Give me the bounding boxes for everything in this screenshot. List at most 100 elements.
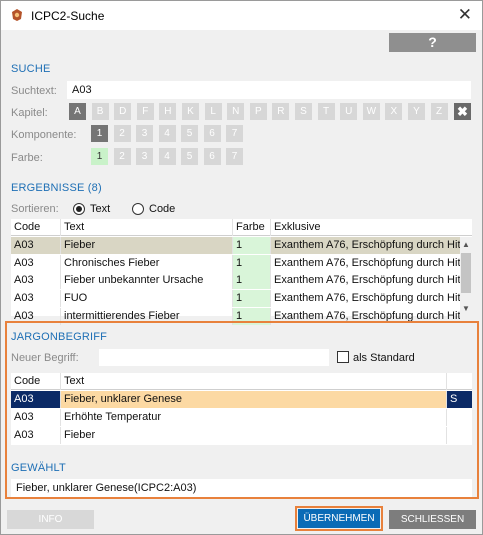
kapitel-button-f[interactable]: F [136,103,154,120]
kapitel-button-d[interactable]: D [114,103,132,120]
jargon-row[interactable]: A03 Fieber, unklarer Genese S [11,391,472,408]
result-row[interactable]: A03 Fieber unbekannter Ursache 1 Exanthem A… [11,272,460,290]
neuer-begriff-input[interactable] [99,349,329,366]
sort-code-radio[interactable] [132,203,144,215]
kapitel-button-z[interactable]: Z [430,103,448,120]
scroll-up-icon[interactable]: ▲ [460,239,472,251]
result-code: A03 [11,254,61,272]
result-text: FUO [61,290,233,308]
komponente-button-4[interactable]: 4 [158,125,176,142]
kapitel-button-u[interactable]: U [340,103,358,120]
kapitel-button-s[interactable]: S [295,103,312,120]
als-standard-checkbox[interactable] [337,351,349,363]
help-button[interactable]: ? [389,33,476,52]
result-exklusive: Exanthem A76, Erschöpfung durch Hitz [274,239,460,251]
results-scrollbar[interactable]: ▲ ▼ [460,237,472,316]
col-exklusive-header[interactable]: Exklusive [271,219,460,236]
kapitel-button-x[interactable]: X [385,103,403,120]
uebernehmen-button[interactable]: ÜBERNEHMEN [298,509,380,528]
gewaehlt-field[interactable]: Fieber, unklarer Genese(ICPC2:A03) [11,479,472,497]
jargon-standard-flag [447,427,472,444]
result-farbe: 1 [233,237,271,254]
jargon-code: A03 [11,409,61,426]
komponente-button-6[interactable]: 6 [203,125,221,142]
schliessen-button[interactable]: SCHLIESSEN [389,510,476,529]
info-button[interactable]: INFO [7,510,94,529]
kapitel-button-r[interactable]: R [272,103,290,120]
kapitel-button-k[interactable]: K [182,103,199,120]
neuer-begriff-label: Neuer Begriff: [11,352,79,364]
jargon-col-code-header[interactable]: Code [11,373,61,390]
farbe-button-5[interactable]: 5 [181,148,198,165]
result-text: Chronisches Fieber [61,254,233,272]
farbe-button-4[interactable]: 4 [158,148,176,165]
farbe-button-1[interactable]: 1 [91,148,108,165]
jargon-standard-flag: S [450,393,458,405]
sort-code-label: Code [149,203,176,215]
jargon-col-text-header[interactable]: Text [61,373,447,390]
komponente-button-3[interactable]: 3 [136,125,153,142]
komponente-button-1[interactable]: 1 [91,125,108,142]
result-code: A03 [11,290,61,308]
farbe-button-3[interactable]: 3 [136,148,153,165]
kapitel-button-y[interactable]: Y [408,103,425,120]
kapitel-button-p[interactable]: P [249,103,267,120]
jargon-standard-flag [447,409,472,426]
kapitel-button-a[interactable]: A [69,103,86,120]
komponente-button-7[interactable]: 7 [226,125,243,142]
kapitel-label: Kapitel: [11,107,48,119]
farbe-button-2[interactable]: 2 [113,148,131,165]
title-bar: ICPC2-Suche ✕ [1,1,482,30]
jargon-text: Erhöhte Temperatur [61,409,447,426]
result-text: Fieber unbekannter Ursache [61,272,233,290]
suchtext-input[interactable]: A03 [67,81,471,99]
result-row[interactable]: A03 FUO 1 Exanthem A76, Erschöpfung durch H… [11,290,460,308]
suchtext-label: Suchtext: [11,85,57,97]
komponente-button-2[interactable]: 2 [113,125,131,142]
jargon-code: A03 [11,427,61,444]
jargon-row[interactable]: A03 Erhöhte Temperatur [11,409,472,426]
kapitel-button-w[interactable]: W [362,103,380,120]
gewaehlt-header: GEWÄHLT [11,462,66,474]
jargon-row[interactable]: A03 Fieber [11,427,472,444]
result-exklusive: Exanthem A76, Erschöpfung durch Hitz [274,274,460,287]
icpc2-search-dialog: ICPC2-Suche ✕ ? SUCHE Suchtext: A03 Kapi… [0,0,483,535]
kapitel-button-l[interactable]: L [204,103,222,120]
result-exklusive: Exanthem A76, Erschöpfung durch Hitz [274,256,460,269]
result-farbe: 1 [233,254,271,272]
app-icon [12,9,22,21]
jargon-col-standard-header[interactable] [447,373,472,390]
result-farbe: 1 [233,290,271,308]
jargon-header: JARGONBEGRIFF [11,331,108,343]
col-farbe-header[interactable]: Farbe [233,219,271,236]
kapitel-button-t[interactable]: T [317,103,335,120]
result-row[interactable]: A03 Fieber 1 Exanthem A76, Erschöpfung durc… [11,237,460,254]
result-code: A03 [11,272,61,290]
close-icon[interactable]: ✕ [458,5,472,25]
als-standard-label: als Standard [353,352,415,364]
kapitel-button-b[interactable]: B [91,103,109,120]
col-code-header[interactable]: Code [11,219,61,236]
jargon-text: Fieber, unklarer Genese [61,391,447,408]
result-farbe: 1 [233,272,271,290]
col-text-header[interactable]: Text [61,219,233,236]
clear-kapitel-icon[interactable]: ✖ [454,103,471,120]
kapitel-button-h[interactable]: H [159,103,177,120]
sort-text-radio[interactable] [73,203,85,215]
result-row[interactable]: A03 Chronisches Fieber 1 Exanthem A76, Ersc… [11,254,460,272]
komponente-label: Komponente: [11,129,77,141]
scroll-down-icon[interactable]: ▼ [460,303,472,315]
komponente-button-5[interactable]: 5 [181,125,198,142]
result-code: A03 [11,237,61,254]
ergebnisse-header: ERGEBNISSE (8) [11,182,102,194]
kapitel-button-n[interactable]: N [227,103,245,120]
scrollbar-thumb[interactable] [461,253,471,293]
jargon-table: Code Text A03 Fieber, unklarer Genese S A03… [11,373,472,445]
sort-text-label: Text [90,203,111,215]
farbe-button-7[interactable]: 7 [226,148,243,165]
results-table: Code Text Farbe Exklusive A03 Fieber 1 Exan… [11,219,472,325]
results-header-row: Code Text Farbe Exklusive [11,219,472,236]
farbe-label: Farbe: [11,152,43,164]
farbe-button-6[interactable]: 6 [203,148,221,165]
sortieren-label: Sortieren: [11,203,59,215]
